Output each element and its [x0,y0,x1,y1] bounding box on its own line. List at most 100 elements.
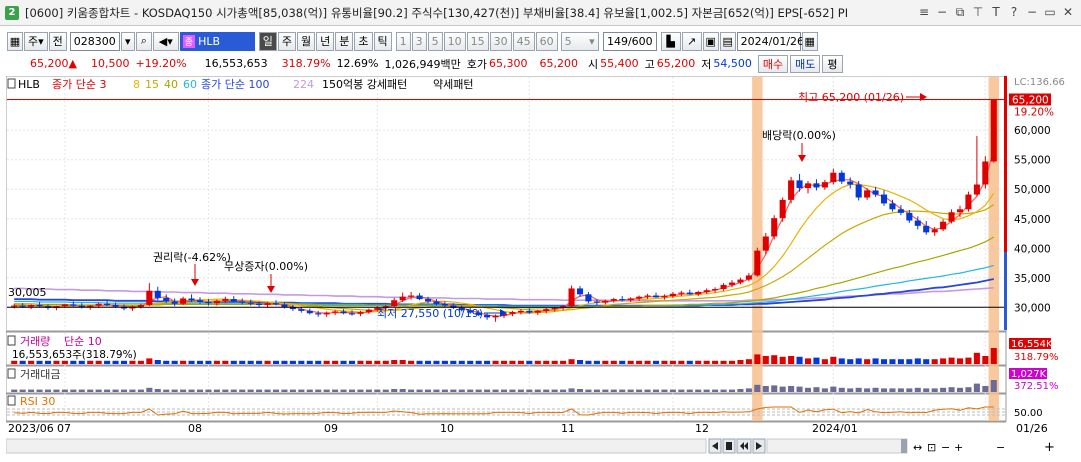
volume-bar [137,360,144,364]
chart-area[interactable]: LC:136.6665,00060,00055,00050,00045,0004… [5,75,1078,435]
prev-button[interactable]: 전 [48,31,67,51]
close-icon[interactable]: ✕ [1061,4,1075,20]
amount-bar [906,388,913,392]
interval-tick[interactable]: 틱 [373,31,392,51]
interval-day[interactable]: 일 [258,31,277,51]
candle-body [619,299,626,301]
minute-3[interactable]: 3 [411,31,427,51]
candle-body [348,313,356,315]
interval-week[interactable]: 주 [277,31,297,51]
zoom-in-icon[interactable]: + [1044,440,1055,455]
candle-body [906,212,913,221]
volume-bar [509,360,516,364]
fit-icon[interactable]: ⊡ [927,441,936,454]
amount-bar [281,389,288,392]
volume-bar [104,360,111,364]
candle-body [821,182,828,188]
interval-year[interactable]: 년 [316,31,335,51]
minimize-icon[interactable]: − [1025,4,1039,20]
rsi-axis-value: 50.00 [1014,408,1043,419]
minimize-group-icon[interactable]: − [935,4,949,20]
navigate-icon[interactable]: ↔ [913,441,922,454]
buy-button[interactable]: 매수 [757,54,789,73]
legend-ma2: 종가 단순 100 [201,78,269,91]
pin-icon[interactable]: ⊤ [971,4,985,20]
interval-month[interactable]: 월 [297,31,316,51]
font-icon[interactable]: T [989,4,1003,20]
code-dropdown-icon[interactable]: ▾ [120,31,135,51]
minute-45[interactable]: 45 [512,31,535,51]
amount-bar [484,389,491,392]
indicator-icon[interactable]: ↗ [681,31,702,51]
candle-body [872,190,879,195]
minute-15[interactable]: 15 [466,31,489,51]
help-icon[interactable]: ? [1007,4,1021,20]
zoom-plus-icon[interactable]: + [954,441,963,454]
volume-label: 거래량 [20,335,50,348]
interval-second[interactable]: 초 [354,31,373,51]
candle-body [864,190,871,198]
calendar-toggle-icon[interactable]: ▤ [719,31,736,51]
minute-5[interactable]: 5 [427,31,443,51]
maximize-icon[interactable]: ▭ [1043,4,1057,20]
scroll-track[interactable] [6,438,707,454]
legend-pattern2: 약세패턴 [433,77,473,91]
current-price-label: 65,200 [1012,94,1049,106]
sell-button[interactable]: 매도 [790,54,821,73]
candle-body [484,315,491,318]
candle-body [745,275,752,280]
chart-settings-icon[interactable]: ▙ [660,31,681,51]
amount-bar [551,389,558,392]
search-icon[interactable]: ⌕ [135,31,152,51]
calendar-icon[interactable]: ▦ [801,31,818,51]
zoom-minus-icon[interactable]: − [941,441,950,454]
zoom-track[interactable] [766,438,908,454]
window-titlebar: 2 [0600] 키움종합차트 - KOSDAQ150 시가총액[85,038(… [0,0,1081,26]
volume-bar [585,360,592,364]
candle-body [365,309,372,313]
candle-body [686,292,693,295]
interval-minute[interactable]: 분 [335,31,354,51]
volume-bar [897,359,904,364]
eval-button[interactable]: 평 [822,54,843,73]
bonus-annotation: 무상증자(0.00%) [224,260,308,273]
date-label-3: 09 [324,422,338,435]
grid-icon[interactable]: ▦ [7,31,23,51]
amount-bar [872,387,879,392]
minute-30[interactable]: 30 [489,31,512,51]
zoom-thumb[interactable] [901,439,907,453]
chart-legend: HLB 종가 단순 3 8 15 40 60 종가 단순 100 224 150… [7,77,473,91]
candle-body [602,300,609,303]
volume-bar [441,360,448,364]
period-type-select[interactable]: 주 ▾ [24,31,48,51]
amount-bar [560,389,567,392]
volume-bar [120,360,128,364]
price-axis-top-label: LC:136.66 [1014,77,1065,88]
minute-10[interactable]: 10 [443,31,466,51]
data-count-input[interactable]: 149/600 [602,31,657,51]
price-tick-label-3: 50,000 [1014,184,1051,196]
minute-1[interactable]: 1 [395,31,411,51]
stock-chart-svg[interactable]: LC:136.6665,00060,00055,00050,00045,0004… [5,75,1078,435]
amount-bar [120,389,128,392]
stock-code-input[interactable]: 028300 [69,31,120,51]
volume-bar [923,359,930,364]
sound-icon[interactable]: ◀▾ [152,31,179,51]
price-change-pct: +19.20% [135,57,187,70]
save-icon[interactable]: ▣ [702,31,719,51]
stock-name-field[interactable]: 종 HLB [179,31,255,51]
minute-select[interactable]: 5 ▾ [560,31,599,51]
volume-bar [87,360,94,364]
volume-bar [180,360,187,364]
window-controls: ≡ − ⧉ ⊤ T ? − ▭ ✕ [917,4,1075,20]
volume-bar [661,360,668,364]
restore-icon[interactable]: ⧉ [953,4,967,20]
menu-icon[interactable]: ≡ [917,4,931,20]
amount-bar [813,387,820,392]
minute-60[interactable]: 60 [535,31,558,51]
amount-bar [154,389,161,392]
amount-bar [610,389,617,392]
candle-body [661,296,668,298]
date-input[interactable]: 2024/01/26 [736,31,804,51]
zoom-out-icon[interactable]: − [996,441,1005,454]
